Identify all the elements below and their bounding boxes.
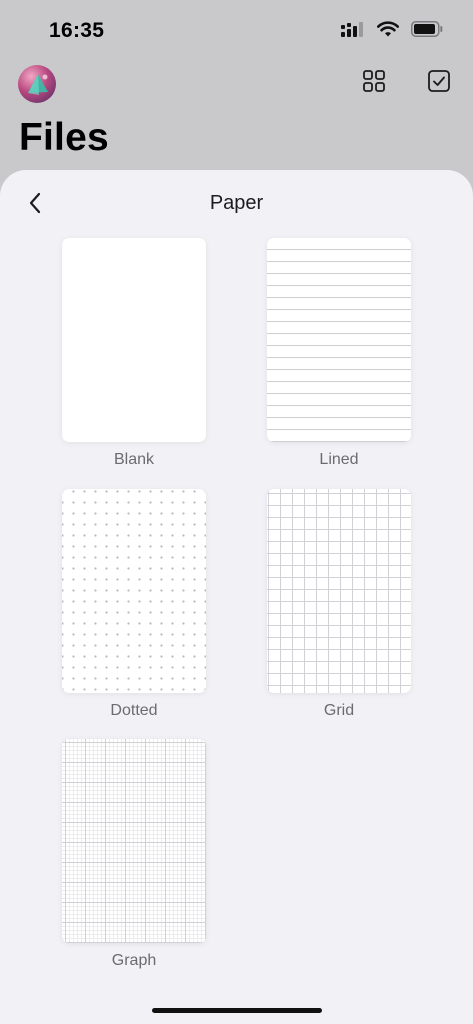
paper-label: Lined <box>319 451 359 468</box>
wifi-icon <box>377 21 399 37</box>
page-title: Files <box>19 116 109 159</box>
paper-sheet: Paper Blank Lined Dotted Grid Graph <box>0 170 473 1024</box>
status-bar: 16:35 <box>0 0 473 60</box>
paper-label: Blank <box>113 451 155 468</box>
paper-option-dotted[interactable]: Dotted <box>62 489 208 720</box>
paper-thumbnail-blank[interactable] <box>62 238 206 442</box>
home-indicator[interactable] <box>152 1008 322 1013</box>
select-checkbox-icon <box>428 69 450 97</box>
signal-icon <box>341 21 365 37</box>
battery-icon <box>411 21 443 37</box>
paper-thumbnail-lined[interactable] <box>267 238 411 442</box>
status-time: 16:35 <box>49 19 105 42</box>
paper-label: Dotted <box>110 702 158 719</box>
select-button[interactable] <box>424 68 454 98</box>
sheet-title: Paper <box>209 192 264 214</box>
status-icons <box>341 21 443 37</box>
paper-option-graph[interactable]: Graph <box>62 739 208 970</box>
paper-option-lined[interactable]: Lined <box>267 238 413 469</box>
grid-view-button[interactable] <box>359 68 389 98</box>
grid-view-icon <box>363 69 385 97</box>
paper-option-blank[interactable]: Blank <box>62 238 208 469</box>
paper-label: Graph <box>111 952 157 969</box>
paper-thumbnail-dotted[interactable] <box>62 489 206 693</box>
avatar[interactable] <box>18 65 56 103</box>
paper-thumbnail-grid[interactable] <box>267 489 411 693</box>
paper-option-grid[interactable]: Grid <box>267 489 413 720</box>
paper-label: Grid <box>323 702 355 719</box>
paper-thumbnail-graph[interactable] <box>62 739 206 943</box>
